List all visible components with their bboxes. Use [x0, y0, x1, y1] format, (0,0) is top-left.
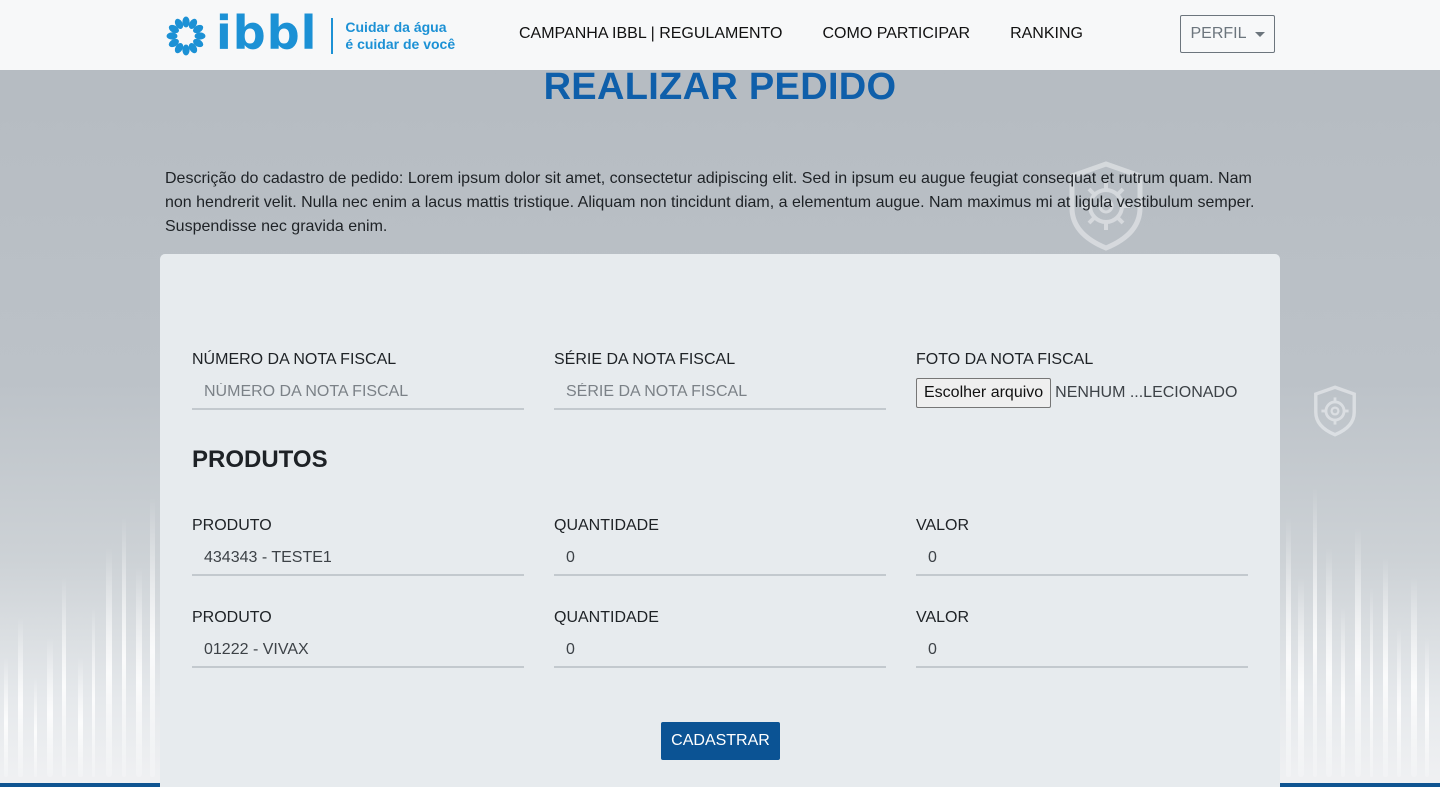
quantity-2-input[interactable]: [554, 634, 886, 668]
invoice-series-group: SÉRIE DA NOTA FISCAL: [554, 350, 886, 410]
invoice-photo-group: FOTO DA NOTA FISCAL Escolher arquivo NEN…: [916, 350, 1248, 408]
main-nav: CAMPANHA IBBL | REGULAMENTO COMO PARTICI…: [519, 24, 1123, 44]
price-1-label: VALOR: [916, 517, 970, 534]
invoice-series-input[interactable]: [554, 376, 886, 410]
submit-order-button[interactable]: CADASTRAR: [661, 722, 780, 760]
product-2-group: PRODUTO: [192, 608, 524, 668]
quantity-2-group: QUANTIDADE: [554, 608, 886, 668]
price-1-input[interactable]: [916, 542, 1248, 576]
price-1-group: VALOR: [916, 516, 1248, 576]
product-2-label: PRODUTO: [192, 609, 272, 626]
quantity-1-input[interactable]: [554, 542, 886, 576]
invoice-series-label: SÉRIE DA NOTA FISCAL: [554, 351, 736, 368]
top-navbar: ibbl Cuidar da água é cuidar de você CAM…: [0, 0, 1440, 70]
price-2-group: VALOR: [916, 608, 1248, 668]
nav-link-regulamento[interactable]: CAMPANHA IBBL | REGULAMENTO: [519, 24, 782, 44]
file-picker: Escolher arquivo NENHUM ...LECIONADO: [916, 378, 1248, 408]
invoice-number-input[interactable]: [192, 376, 524, 410]
nav-link-ranking[interactable]: RANKING: [1010, 24, 1083, 44]
logo-wordmark: ibbl: [216, 6, 318, 60]
product-1-label: PRODUTO: [192, 517, 272, 534]
selected-file-name: NENHUM ...LECIONADO: [1055, 384, 1238, 401]
caret-down-icon: [1254, 32, 1265, 37]
gear-shield-small-icon: [1314, 385, 1356, 437]
order-form-card: NÚMERO DA NOTA FISCAL SÉRIE DA NOTA FISC…: [160, 254, 1280, 787]
price-2-label: VALOR: [916, 609, 970, 626]
page-title: REALIZAR PEDIDO: [543, 66, 897, 108]
invoice-photo-label: FOTO DA NOTA FISCAL: [916, 351, 1094, 368]
logo-tagline-line2: é cuidar de você: [345, 36, 456, 52]
logo-tagline-line1: Cuidar da água: [345, 19, 447, 35]
profile-label: PERFIL: [1190, 25, 1247, 42]
brand-logo[interactable]: ibbl Cuidar da água é cuidar de você: [165, 6, 455, 60]
page-description: Descrição do cadastro de pedido: Lorem i…: [165, 170, 1255, 235]
logo-separator: [331, 18, 334, 54]
quantity-2-label: QUANTIDADE: [554, 609, 659, 626]
product-1-group: PRODUTO: [192, 516, 524, 576]
invoice-number-group: NÚMERO DA NOTA FISCAL: [192, 350, 524, 410]
nav-link-como-participar[interactable]: COMO PARTICIPAR: [822, 24, 970, 44]
products-section-title: PRODUTOS: [192, 446, 328, 473]
quantity-1-label: QUANTIDADE: [554, 517, 659, 534]
choose-file-button[interactable]: Escolher arquivo: [916, 378, 1052, 408]
price-2-input[interactable]: [916, 634, 1248, 668]
product-2-input[interactable]: [192, 634, 524, 668]
quantity-1-group: QUANTIDADE: [554, 516, 886, 576]
invoice-number-label: NÚMERO DA NOTA FISCAL: [192, 351, 397, 368]
profile-dropdown-button[interactable]: PERFIL: [1180, 15, 1275, 53]
product-1-input[interactable]: [192, 542, 524, 576]
logo-tagline: Cuidar da água é cuidar de você: [345, 19, 455, 53]
flower-burst-logo-icon: [166, 16, 206, 56]
